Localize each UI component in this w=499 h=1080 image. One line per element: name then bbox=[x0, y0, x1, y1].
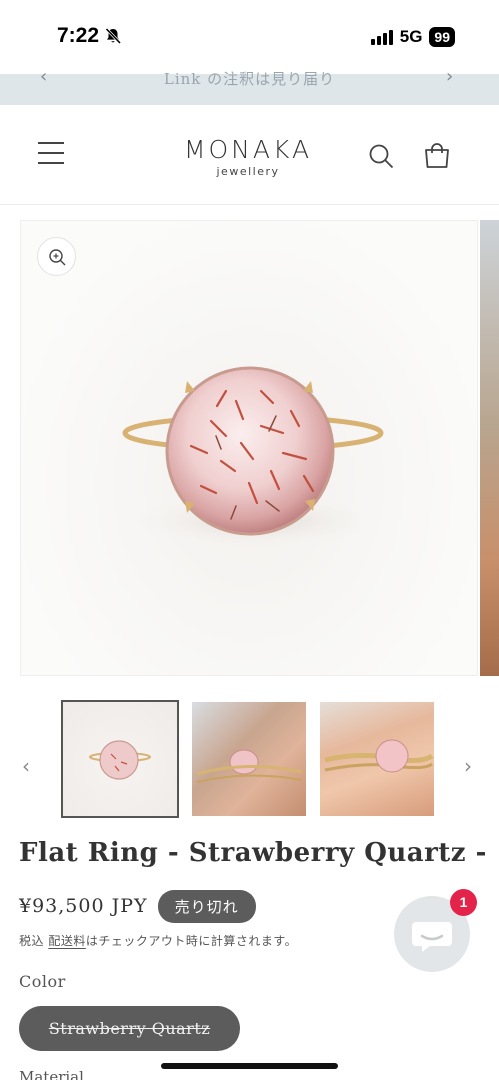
thumb-prev-arrow[interactable]: ‹ bbox=[22, 756, 30, 776]
zoom-button[interactable] bbox=[37, 237, 76, 276]
cart-icon[interactable] bbox=[423, 142, 451, 170]
chat-notification-badge: 1 bbox=[450, 889, 477, 916]
thumb-next-arrow[interactable]: › bbox=[464, 756, 472, 776]
menu-icon[interactable] bbox=[38, 142, 64, 164]
search-icon[interactable] bbox=[368, 143, 394, 169]
logo[interactable]: MONAKA jewellery bbox=[172, 135, 324, 178]
price-row: ¥93,500 JPY 売り切れ bbox=[19, 889, 256, 923]
status-bar: 7:22 5G 99 bbox=[0, 0, 499, 74]
sold-out-badge: 売り切れ bbox=[157, 889, 256, 923]
tax-note: 税込 配送料はチェックアウト時に計算されます。 bbox=[19, 932, 297, 949]
product-title: Flat Ring - Strawberry Quartz - bbox=[19, 838, 487, 868]
tax-suffix: はチェックアウト時に計算されます。 bbox=[85, 934, 298, 948]
ring-image bbox=[122, 366, 386, 549]
announcement-text[interactable]: Link の注釈は見り届り bbox=[0, 68, 499, 89]
color-option-strawberry-quartz[interactable]: Strawberry Quartz bbox=[19, 1006, 240, 1051]
time-text: 7:22 bbox=[57, 24, 100, 47]
logo-subtitle: jewellery bbox=[216, 165, 280, 178]
thumbnail-2[interactable] bbox=[192, 702, 306, 816]
status-indicators: 5G 99 bbox=[370, 27, 455, 47]
product-main-image[interactable] bbox=[20, 220, 478, 676]
tax-prefix: 税込 bbox=[19, 934, 49, 948]
product-price: ¥93,500 JPY bbox=[19, 895, 148, 917]
status-time: 7:22 bbox=[57, 24, 122, 48]
material-label: Material bbox=[19, 1068, 84, 1080]
home-indicator[interactable] bbox=[161, 1063, 338, 1069]
thumbnail-3[interactable] bbox=[320, 702, 434, 816]
color-label: Color bbox=[19, 972, 66, 991]
thumbnail-1[interactable] bbox=[61, 700, 179, 818]
bell-slash-icon bbox=[105, 27, 122, 45]
shipping-link[interactable]: 配送料 bbox=[48, 934, 86, 948]
network-label: 5G bbox=[399, 27, 423, 46]
announcement-bar: ‹ Link の注釈は見り届り › bbox=[0, 66, 499, 105]
next-image-peek[interactable] bbox=[480, 220, 499, 676]
site-header: MONAKA jewellery bbox=[0, 105, 499, 205]
logo-wordmark: MONAKA bbox=[183, 135, 313, 164]
thumbnail-strip: ‹ › bbox=[0, 700, 499, 818]
battery-indicator: 99 bbox=[429, 27, 455, 47]
signal-icon bbox=[370, 29, 393, 45]
zoom-in-icon bbox=[49, 249, 66, 266]
chevron-right-icon[interactable]: › bbox=[446, 66, 453, 87]
